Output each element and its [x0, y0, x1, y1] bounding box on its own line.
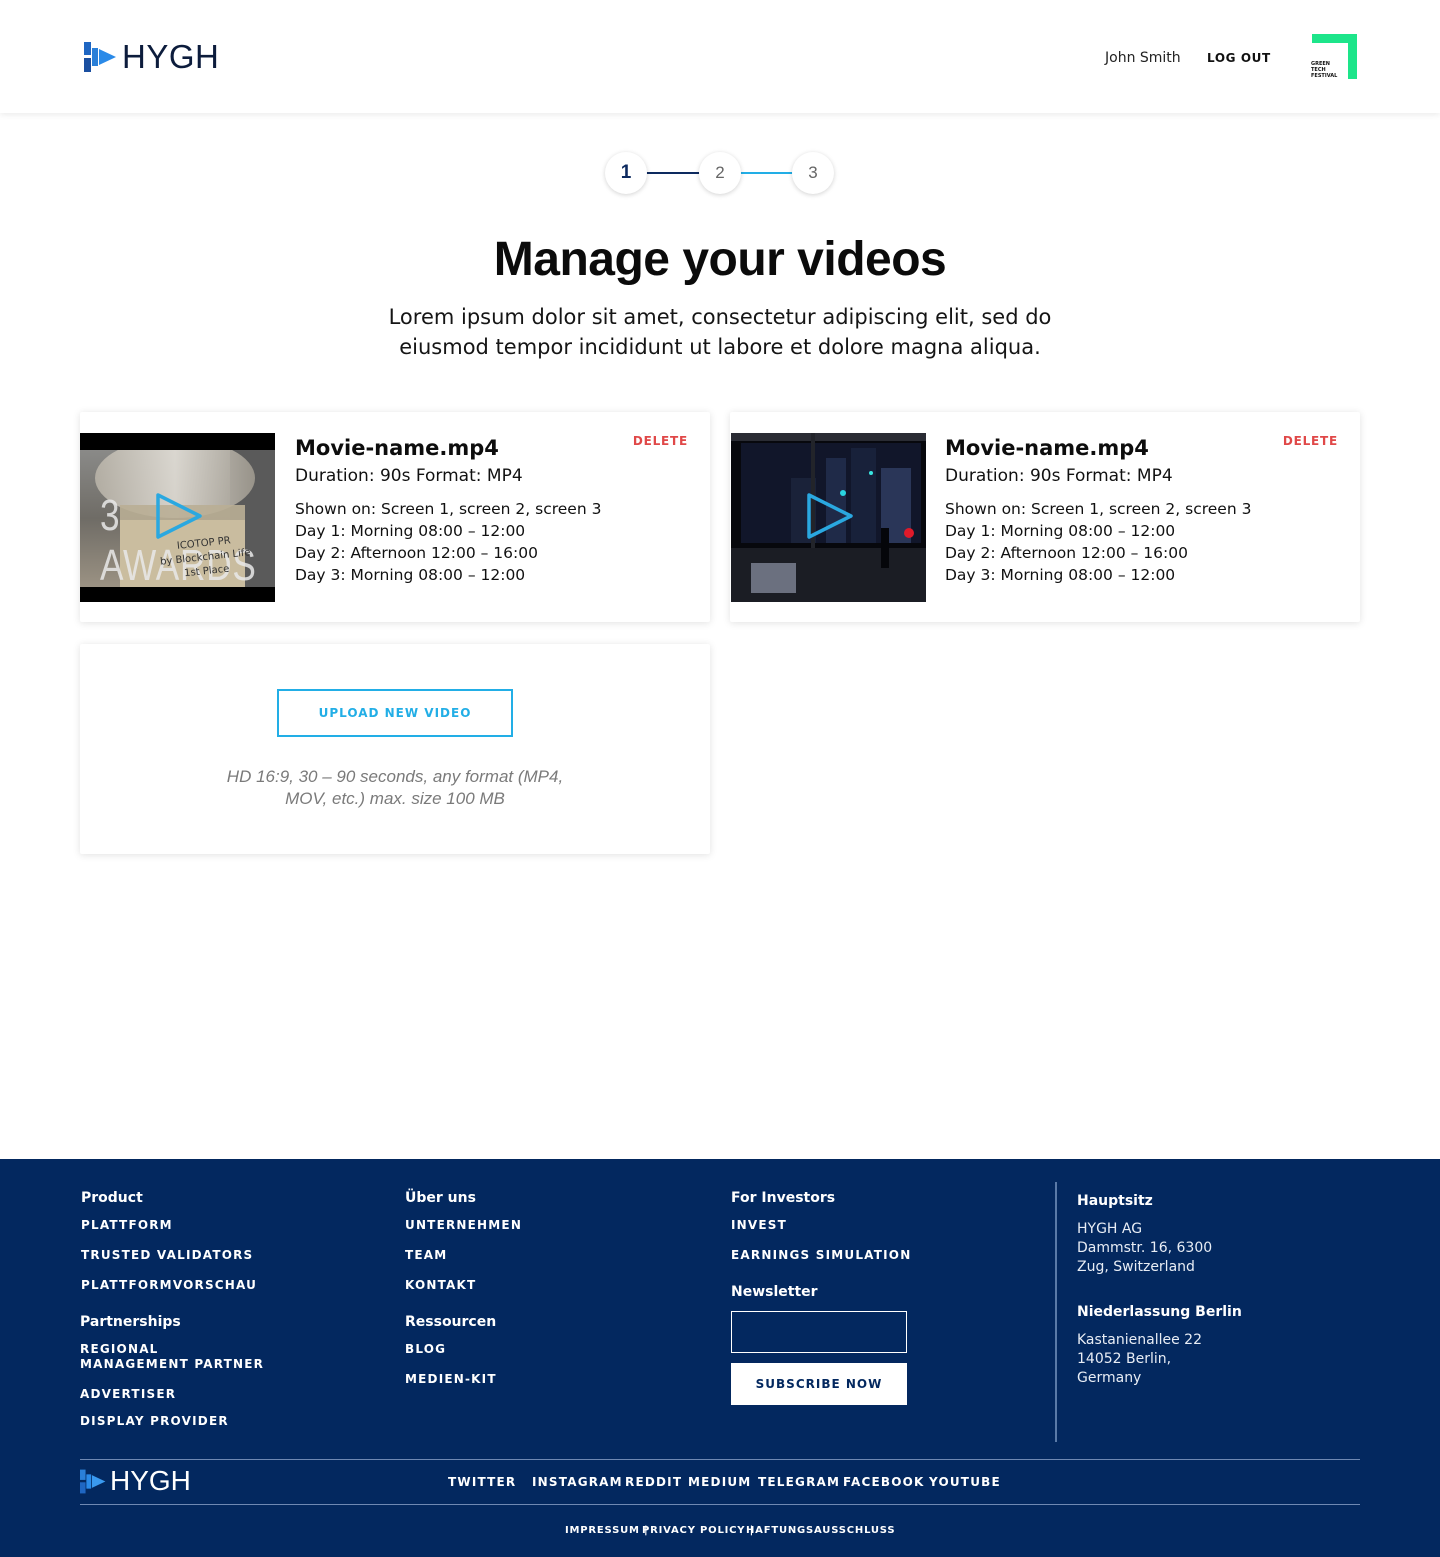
logout-button[interactable]: LOG OUT — [1207, 51, 1271, 65]
footer-link-kontakt[interactable]: KONTAKT — [405, 1278, 476, 1293]
green-tech-festival-label: GREEN TECH FESTIVAL — [1311, 61, 1338, 79]
legal-link-impressum[interactable]: IMPRESSUM | — [565, 1525, 649, 1536]
footer-heading-berlin: Niederlassung Berlin — [1077, 1304, 1242, 1320]
footer-link-plattform[interactable]: PLATTFORM — [81, 1218, 173, 1233]
footer-heading-resources: Ressourcen — [405, 1314, 497, 1330]
delete-button[interactable]: DELETE — [633, 434, 688, 448]
newsletter-email-input[interactable] — [731, 1311, 907, 1353]
footer-link-medien-kit[interactable]: MEDIEN-KIT — [405, 1372, 497, 1387]
footer-heading-product: Product — [81, 1190, 143, 1206]
subscribe-now-button[interactable]: SUBSCRIBE NOW — [731, 1363, 907, 1405]
upload-card: UPLOAD NEW VIDEO HD 16:9, 30 – 90 second… — [80, 644, 710, 854]
site-footer: Product PLATTFORM TRUSTED VALIDATORS PLA… — [0, 1159, 1440, 1557]
footer-heading-newsletter: Newsletter — [731, 1284, 818, 1300]
legal-link-privacy-policy[interactable]: PRIVACY POLICY | — [642, 1525, 754, 1536]
site-header: HYGH John Smith LOG OUT GREEN TECH FESTI… — [0, 0, 1440, 113]
logo-text: HYGH — [122, 38, 220, 75]
footer-heading-partnerships: Partnerships — [80, 1314, 181, 1330]
video-card: 3 AWARDS ICOTOP PR by Blockchain Life 1s… — [80, 412, 710, 622]
footer-link-earnings-simulation[interactable]: EARNINGS SIMULATION — [731, 1248, 911, 1263]
step-1[interactable]: 1 — [605, 152, 647, 194]
footer-divider — [1055, 1182, 1057, 1442]
footer-hygh-logo[interactable]: HYGH — [80, 1465, 191, 1496]
social-link-youtube[interactable]: YOUTUBE — [929, 1475, 1001, 1489]
progress-stepper: 1 2 3 — [605, 152, 835, 194]
play-icon[interactable] — [156, 493, 202, 539]
footer-link-plattformvorschau[interactable]: PLATTFORMVORSCHAU — [81, 1278, 257, 1293]
footer-link-display-provider[interactable]: DISPLAY PROVIDER — [80, 1414, 229, 1429]
social-link-telegram[interactable]: TELEGRAM — [758, 1475, 840, 1489]
video-schedule: Shown on: Screen 1, screen 2, screen 3 D… — [945, 500, 1252, 584]
step-2[interactable]: 2 — [699, 152, 741, 194]
hygh-logo-icon — [84, 42, 116, 72]
step-connector — [645, 172, 703, 174]
video-name: Movie-name.mp4 — [945, 436, 1149, 460]
upload-requirements-hint: HD 16:9, 30 – 90 seconds, any format (MP… — [226, 767, 564, 808]
footer-heading-investors: For Investors — [731, 1190, 836, 1206]
user-name[interactable]: John Smith — [1105, 50, 1181, 66]
legal-link-haftungsausschluss[interactable]: HAFTUNGSAUSSCHLUSS — [746, 1525, 895, 1536]
berlin-address: Kastanienallee 22 14052 Berlin, Germany — [1077, 1332, 1202, 1386]
step-connector — [739, 172, 797, 174]
footer-link-team[interactable]: TEAM — [405, 1248, 447, 1263]
page-subtitle: Lorem ipsum dolor sit amet, consectetur … — [388, 305, 1052, 359]
footer-rule — [80, 1504, 1360, 1505]
footer-logo-text: HYGH — [110, 1465, 191, 1496]
video-meta: Duration: 90s Format: MP4 — [945, 466, 1173, 486]
hygh-logo[interactable]: HYGH — [84, 38, 220, 75]
video-schedule: Shown on: Screen 1, screen 2, screen 3 D… — [295, 500, 602, 584]
footer-link-trusted-validators[interactable]: TRUSTED VALIDATORS — [81, 1248, 253, 1263]
social-link-medium[interactable]: MEDIUM — [688, 1475, 751, 1489]
hygh-logo-icon — [80, 1469, 106, 1493]
hq-address: HYGH AG Dammstr. 16, 6300 Zug, Switzerla… — [1077, 1221, 1213, 1275]
footer-link-invest[interactable]: INVEST — [731, 1218, 787, 1233]
upload-new-video-button[interactable]: UPLOAD NEW VIDEO — [277, 689, 513, 737]
delete-button[interactable]: DELETE — [1283, 434, 1338, 448]
play-icon[interactable] — [807, 493, 853, 539]
video-thumbnail[interactable] — [731, 433, 926, 602]
footer-heading-about: Über uns — [405, 1190, 476, 1206]
footer-heading-hq: Hauptsitz — [1077, 1193, 1153, 1209]
social-link-instagram[interactable]: INSTAGRAM — [532, 1475, 623, 1489]
social-link-facebook[interactable]: FACEBOOK — [843, 1475, 925, 1489]
video-card: Movie-name.mp4 Duration: 90s Format: MP4… — [730, 412, 1360, 622]
video-thumbnail[interactable]: 3 AWARDS ICOTOP PR by Blockchain Life 1s… — [80, 433, 275, 602]
footer-link-unternehmen[interactable]: UNTERNEHMEN — [405, 1218, 522, 1233]
video-name: Movie-name.mp4 — [295, 436, 499, 460]
footer-link-regional-management-partner[interactable]: REGIONAL MANAGEMENT PARTNER — [80, 1342, 270, 1372]
video-meta: Duration: 90s Format: MP4 — [295, 466, 523, 486]
page-title: Manage your videos — [493, 233, 947, 286]
social-link-twitter[interactable]: TWITTER — [448, 1475, 516, 1489]
social-link-reddit[interactable]: REDDIT — [625, 1475, 682, 1489]
footer-link-blog[interactable]: BLOG — [405, 1342, 446, 1357]
footer-link-advertiser[interactable]: ADVERTISER — [80, 1387, 176, 1402]
step-3[interactable]: 3 — [792, 152, 834, 194]
footer-rule — [80, 1459, 1360, 1460]
